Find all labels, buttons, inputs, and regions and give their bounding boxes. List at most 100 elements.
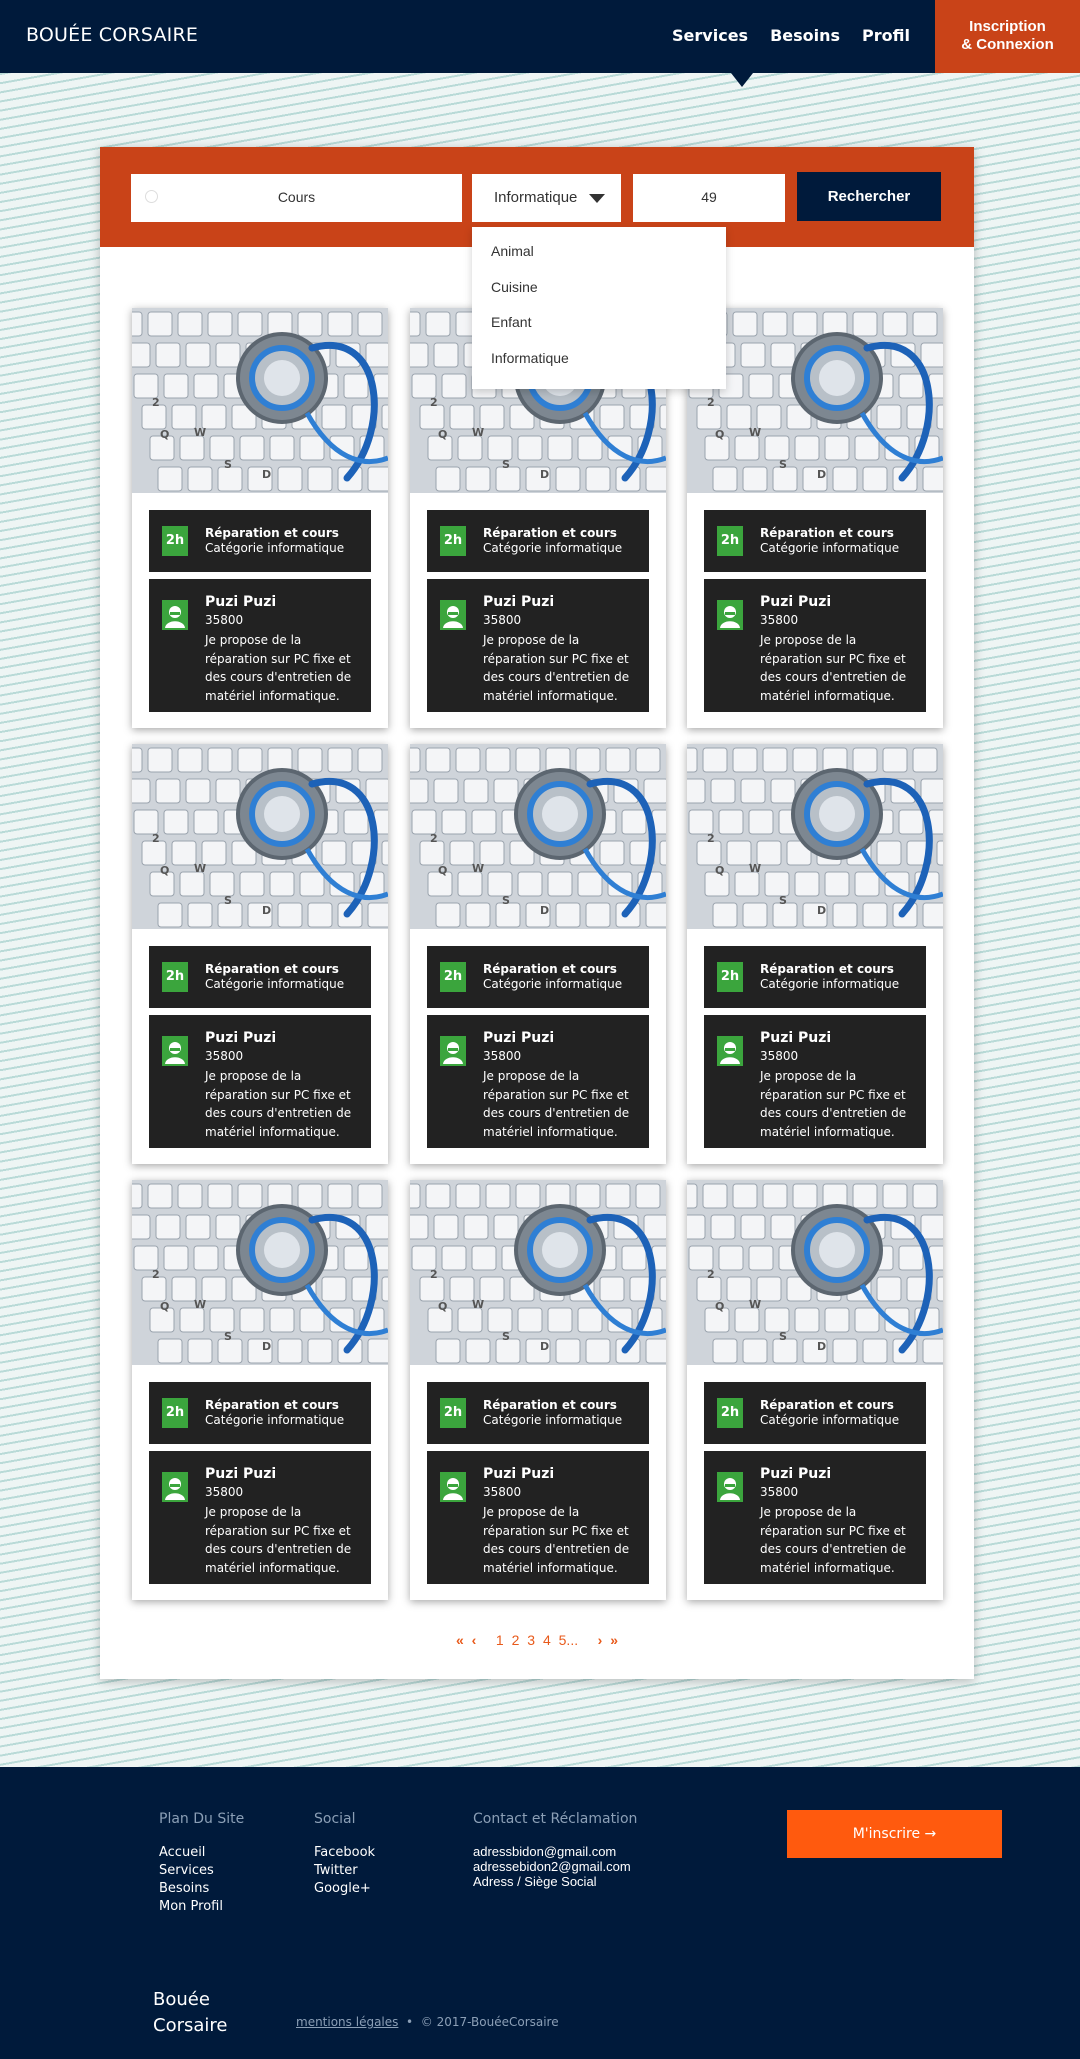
svg-text:W: W bbox=[749, 426, 761, 439]
contact-email-1: adressbidon@gmail.com bbox=[473, 1844, 617, 1859]
signup-button[interactable]: M'inscrire → bbox=[787, 1810, 1002, 1858]
page-3[interactable]: 3 bbox=[527, 1632, 535, 1648]
card-image[interactable]: 2 Q W S D bbox=[410, 1180, 666, 1365]
page-5[interactable]: 5... bbox=[559, 1632, 578, 1648]
footer-link-google[interactable]: Google+ bbox=[314, 1880, 375, 1898]
svg-text:W: W bbox=[472, 862, 484, 875]
service-card[interactable]: 2 Q W S D 2h Réparation et cours Catégorie info… bbox=[410, 1180, 666, 1600]
user-description: Je propose de la réparation sur PC fixe … bbox=[760, 1505, 907, 1575]
page-1[interactable]: 1 bbox=[496, 1632, 504, 1648]
zip-input[interactable]: 49 bbox=[633, 174, 785, 222]
card-info-box: 2h Réparation et cours Catégorie informati… bbox=[704, 946, 926, 1008]
card-user-box: Puzi Puzi 35800 Je propose de la réparatio… bbox=[427, 579, 649, 712]
footer-link-accueil[interactable]: Accueil bbox=[159, 1844, 244, 1862]
nav-profil[interactable]: Profil bbox=[862, 26, 910, 45]
top-navbar: BOUÉE CORSAIRE Services Besoins Profil I… bbox=[0, 0, 1080, 73]
card-category: Catégorie informatique bbox=[483, 1413, 623, 1427]
user-zip: 35800 bbox=[760, 613, 799, 627]
card-title: Réparation et cours bbox=[760, 526, 894, 540]
user-icon bbox=[720, 606, 740, 628]
card-info-box: 2h Réparation et cours Catégorie informati… bbox=[427, 1382, 649, 1444]
footer-link-twitter[interactable]: Twitter bbox=[314, 1862, 375, 1880]
duration-badge: 2h bbox=[162, 526, 188, 556]
user-icon bbox=[165, 1042, 185, 1064]
footer-link-mon-profil[interactable]: Mon Profil bbox=[159, 1898, 244, 1916]
card-image[interactable]: 2 Q W S D bbox=[687, 744, 943, 929]
user-name: Puzi Puzi bbox=[760, 1466, 832, 1482]
duration-badge: 2h bbox=[440, 526, 466, 556]
card-category: Catégorie informatique bbox=[205, 1413, 345, 1427]
last-page-icon[interactable]: » bbox=[610, 1632, 618, 1648]
dropdown-option-cuisine[interactable]: Cuisine bbox=[472, 279, 726, 315]
user-name: Puzi Puzi bbox=[205, 1030, 277, 1046]
footer-link-facebook[interactable]: Facebook bbox=[314, 1844, 375, 1862]
footer-brand-line-2: Corsaire bbox=[153, 2015, 228, 2036]
svg-text:W: W bbox=[749, 1298, 761, 1311]
card-category: Catégorie informatique bbox=[483, 541, 623, 555]
next-page-icon[interactable]: › bbox=[598, 1632, 603, 1648]
card-title: Réparation et cours bbox=[205, 526, 339, 540]
svg-text:2: 2 bbox=[707, 1268, 715, 1281]
legal-notice-link[interactable]: mentions légales bbox=[296, 2015, 398, 2029]
svg-text:Q: Q bbox=[438, 864, 447, 877]
keyboard-stethoscope-image: 2 Q W S D bbox=[687, 744, 943, 929]
duration-badge: 2h bbox=[162, 962, 188, 992]
nav-services[interactable]: Services bbox=[672, 26, 748, 45]
login-line-2: & Connexion bbox=[961, 36, 1054, 53]
dropdown-option-informatique[interactable]: Informatique bbox=[472, 350, 726, 386]
login-signup-button[interactable]: Inscription & Connexion bbox=[935, 0, 1080, 73]
nav-besoins[interactable]: Besoins bbox=[770, 26, 840, 45]
svg-text:D: D bbox=[817, 468, 826, 481]
service-card[interactable]: 2 Q W S D 2h Réparation et cours Catégorie info… bbox=[687, 1180, 943, 1600]
svg-text:S: S bbox=[779, 894, 787, 907]
footer-link-besoins[interactable]: Besoins bbox=[159, 1880, 244, 1898]
user-description: Je propose de la réparation sur PC fixe … bbox=[483, 633, 630, 703]
svg-text:Q: Q bbox=[438, 428, 447, 441]
card-info-box: 2h Réparation et cours Catégorie informati… bbox=[149, 510, 371, 572]
card-category: Catégorie informatique bbox=[205, 541, 345, 555]
svg-text:S: S bbox=[502, 1330, 510, 1343]
service-card[interactable]: 2 Q W S D 2h Réparation et cours Catégorie info… bbox=[132, 744, 388, 1164]
service-card[interactable]: 2 Q W S D 2h Réparation et cours Catégorie info… bbox=[132, 308, 388, 728]
first-page-icon[interactable]: « bbox=[456, 1632, 464, 1648]
duration-badge: 2h bbox=[162, 1398, 188, 1428]
contact-address: Adress / Siège Social bbox=[473, 1874, 597, 1889]
footer-brand: Bouée Corsaire bbox=[153, 1987, 227, 2039]
dropdown-option-enfant[interactable]: Enfant bbox=[472, 314, 726, 350]
card-info-box: 2h Réparation et cours Catégorie informati… bbox=[149, 946, 371, 1008]
card-image[interactable]: 2 Q W S D bbox=[132, 1180, 388, 1365]
svg-text:W: W bbox=[194, 1298, 206, 1311]
page-2[interactable]: 2 bbox=[512, 1632, 520, 1648]
footer-link-services[interactable]: Services bbox=[159, 1862, 244, 1880]
category-select[interactable]: Informatique bbox=[472, 174, 621, 222]
avatar bbox=[717, 1036, 743, 1066]
service-card[interactable]: 2 Q W S D 2h Réparation et cours Catégorie info… bbox=[132, 1180, 388, 1600]
card-image[interactable]: 2 Q W S D bbox=[132, 308, 388, 493]
keyboard-stethoscope-image: 2 Q W S D bbox=[132, 1180, 388, 1365]
avatar bbox=[440, 1036, 466, 1066]
brand-logo[interactable]: BOUÉE CORSAIRE bbox=[26, 24, 198, 46]
card-user-box: Puzi Puzi 35800 Je propose de la réparatio… bbox=[704, 1451, 926, 1584]
duration-badge: 2h bbox=[440, 1398, 466, 1428]
prev-page-icon[interactable]: ‹ bbox=[472, 1632, 477, 1648]
svg-text:Q: Q bbox=[160, 864, 169, 877]
card-image[interactable]: 2 Q W S D bbox=[410, 744, 666, 929]
search-input[interactable]: Cours bbox=[131, 174, 462, 222]
card-title: Réparation et cours bbox=[483, 962, 617, 976]
card-title: Réparation et cours bbox=[483, 526, 617, 540]
service-card[interactable]: 2 Q W S D 2h Réparation et cours Catégorie info… bbox=[410, 744, 666, 1164]
legal-separator: • bbox=[402, 2015, 417, 2029]
avatar bbox=[717, 1472, 743, 1502]
user-name: Puzi Puzi bbox=[483, 594, 555, 610]
service-card[interactable]: 2 Q W S D 2h Réparation et cours Catégorie info… bbox=[687, 744, 943, 1164]
keyboard-stethoscope-image: 2 Q W S D bbox=[132, 308, 388, 493]
card-image[interactable]: 2 Q W S D bbox=[687, 1180, 943, 1365]
sitemap-title: Plan Du Site bbox=[159, 1811, 245, 1827]
dropdown-option-animal[interactable]: Animal bbox=[472, 243, 726, 279]
search-button[interactable]: Rechercher bbox=[797, 172, 941, 221]
svg-text:S: S bbox=[779, 458, 787, 471]
page-4[interactable]: 4 bbox=[543, 1632, 551, 1648]
card-image[interactable]: 2 Q W S D bbox=[132, 744, 388, 929]
user-description: Je propose de la réparation sur PC fixe … bbox=[205, 1505, 352, 1575]
svg-text:D: D bbox=[262, 1340, 271, 1353]
